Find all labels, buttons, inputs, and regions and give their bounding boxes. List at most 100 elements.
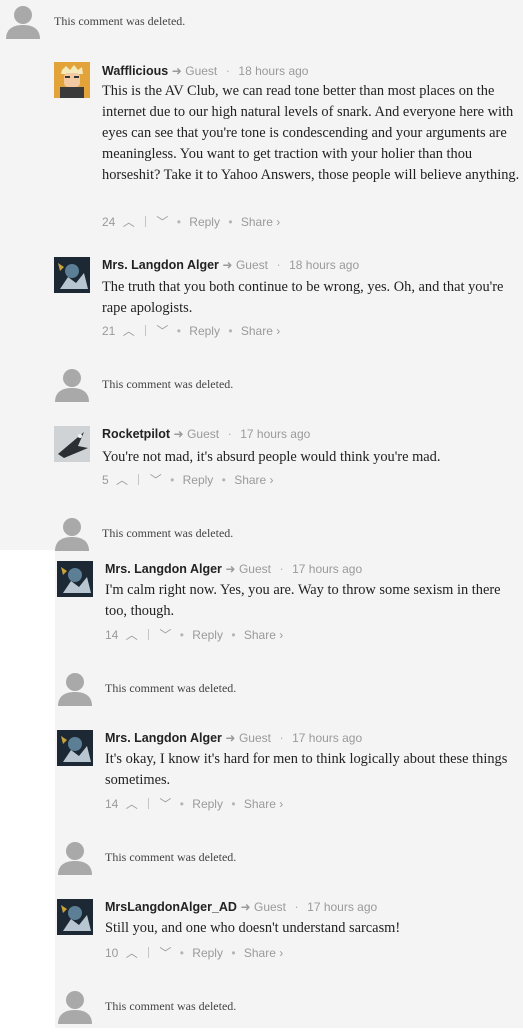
guest-label: Guest xyxy=(187,427,220,441)
comment-header: Wafflicious ➜ Guest · 18 hours ago xyxy=(102,64,308,79)
reply-link[interactable]: Reply xyxy=(183,473,214,487)
author-name[interactable]: Mrs. Langdon Alger xyxy=(105,562,222,576)
author-name[interactable]: MrsLangdonAlger_AD xyxy=(105,900,237,914)
comment-body: Still you, and one who doesn't understan… xyxy=(105,920,401,936)
vote-divider xyxy=(148,798,150,809)
reply-arrow-icon: ➜ xyxy=(171,64,182,78)
downvote-icon[interactable]: ﹀ xyxy=(159,628,171,642)
user-avatar[interactable] xyxy=(57,899,93,935)
vote-count: 14 xyxy=(105,628,119,642)
vote-divider xyxy=(148,947,150,958)
vote-count: 5 xyxy=(102,473,109,487)
upvote-icon[interactable]: ︿ xyxy=(116,473,128,487)
reply-link[interactable]: Reply xyxy=(189,215,220,229)
comment-actions: 21 ︿ ﹀ • Reply • Share › xyxy=(102,324,281,338)
downvote-icon[interactable]: ﹀ xyxy=(156,215,168,229)
upvote-icon[interactable]: ︿ xyxy=(126,797,138,811)
deleted-comment-notice: This comment was deleted. xyxy=(105,850,237,864)
separator-dot: · xyxy=(276,258,281,272)
deleted-comment-notice: This comment was deleted. xyxy=(102,377,234,391)
default-avatar-icon xyxy=(57,988,93,1024)
reply-link[interactable]: Reply xyxy=(189,324,220,338)
upvote-icon[interactable]: ︿ xyxy=(126,946,138,960)
timestamp[interactable]: 17 hours ago xyxy=(240,427,310,441)
default-avatar-icon xyxy=(57,839,93,875)
share-link[interactable]: Share › xyxy=(241,215,280,229)
comment-header: Mrs. Langdon Alger ➜ Guest · 17 hours ag… xyxy=(105,562,362,577)
share-link[interactable]: Share › xyxy=(241,324,280,338)
deleted-comment-notice: This comment was deleted. xyxy=(105,681,237,695)
downvote-icon[interactable]: ﹀ xyxy=(159,946,171,960)
comment-body: You're not mad, it's absurd people would… xyxy=(102,449,441,465)
comment-actions: 5 ︿ ﹀ • Reply • Share › xyxy=(102,473,274,487)
vote-count: 24 xyxy=(102,215,116,229)
deleted-comment-notice: This comment was deleted. xyxy=(54,14,186,28)
comment-header: Mrs. Langdon Alger ➜ Guest · 18 hours ag… xyxy=(102,258,359,273)
comment-actions: 14 ︿ ﹀ • Reply • Share › xyxy=(105,628,284,642)
default-avatar-icon xyxy=(54,515,90,551)
reply-arrow-icon: ➜ xyxy=(240,900,251,914)
separator-dot: · xyxy=(279,731,284,745)
comment-header: Rocketpilot ➜ Guest · 17 hours ago xyxy=(102,427,310,442)
vote-divider xyxy=(145,216,147,227)
comment-body: I'm calm right now. Yes, you are. Way to… xyxy=(105,582,501,619)
upvote-icon[interactable]: ︿ xyxy=(123,324,135,338)
deleted-comment-notice: This comment was deleted. xyxy=(105,999,237,1013)
default-avatar-icon xyxy=(54,366,90,402)
upvote-icon[interactable]: ︿ xyxy=(126,628,138,642)
share-link[interactable]: Share › xyxy=(234,473,273,487)
user-avatar[interactable] xyxy=(54,426,90,462)
user-avatar[interactable] xyxy=(57,730,93,766)
comment-header: MrsLangdonAlger_AD ➜ Guest · 17 hours ag… xyxy=(105,900,377,915)
guest-label: Guest xyxy=(238,731,271,745)
reply-link[interactable]: Reply xyxy=(192,628,223,642)
reply-link[interactable]: Reply xyxy=(192,797,223,811)
separator-dot: · xyxy=(279,562,284,576)
downvote-icon[interactable]: ﹀ xyxy=(150,473,162,487)
timestamp[interactable]: 18 hours ago xyxy=(289,258,359,272)
timestamp[interactable]: 17 hours ago xyxy=(292,562,362,576)
default-avatar-icon xyxy=(5,3,41,39)
comment-body: This is the AV Club, we can read tone be… xyxy=(102,83,520,183)
vote-divider xyxy=(145,325,147,336)
separator-dot: · xyxy=(225,64,230,78)
author-name[interactable]: Rocketpilot xyxy=(102,427,170,441)
guest-label: Guest xyxy=(238,562,271,576)
downvote-icon[interactable]: ﹀ xyxy=(156,324,168,338)
vote-count: 14 xyxy=(105,797,119,811)
vote-count: 21 xyxy=(102,324,116,338)
comment-actions: 14 ︿ ﹀ • Reply • Share › xyxy=(105,797,284,811)
comment-header: Mrs. Langdon Alger ➜ Guest · 17 hours ag… xyxy=(105,731,362,746)
share-link[interactable]: Share › xyxy=(244,628,283,642)
timestamp[interactable]: 17 hours ago xyxy=(292,731,362,745)
separator-dot: · xyxy=(294,900,299,914)
comment-body: It's okay, I know it's hard for men to t… xyxy=(105,751,508,788)
guest-label: Guest xyxy=(235,258,268,272)
timestamp[interactable]: 17 hours ago xyxy=(307,900,377,914)
guest-label: Guest xyxy=(253,900,286,914)
deleted-comment-notice: This comment was deleted. xyxy=(102,526,234,540)
author-name[interactable]: Mrs. Langdon Alger xyxy=(102,258,219,272)
user-avatar[interactable] xyxy=(54,62,90,98)
reply-arrow-icon: ➜ xyxy=(225,731,236,745)
vote-count: 10 xyxy=(105,946,119,960)
comment-body: The truth that you both continue to be w… xyxy=(102,279,504,316)
reply-arrow-icon: ➜ xyxy=(222,258,233,272)
comment-actions: 24 ︿ ﹀ • Reply • Share › xyxy=(102,215,281,229)
comment-actions: 10 ︿ ﹀ • Reply • Share › xyxy=(105,946,284,960)
share-link[interactable]: Share › xyxy=(244,797,283,811)
author-name[interactable]: Wafflicious xyxy=(102,64,168,78)
default-avatar-icon xyxy=(57,670,93,706)
upvote-icon[interactable]: ︿ xyxy=(123,215,135,229)
separator-dot: · xyxy=(227,427,232,441)
author-name[interactable]: Mrs. Langdon Alger xyxy=(105,731,222,745)
guest-label: Guest xyxy=(185,64,218,78)
user-avatar[interactable] xyxy=(54,257,90,293)
user-avatar[interactable] xyxy=(57,561,93,597)
reply-link[interactable]: Reply xyxy=(192,946,223,960)
downvote-icon[interactable]: ﹀ xyxy=(159,797,171,811)
vote-divider xyxy=(138,474,140,485)
share-link[interactable]: Share › xyxy=(244,946,283,960)
timestamp[interactable]: 18 hours ago xyxy=(238,64,308,78)
reply-arrow-icon: ➜ xyxy=(225,562,236,576)
